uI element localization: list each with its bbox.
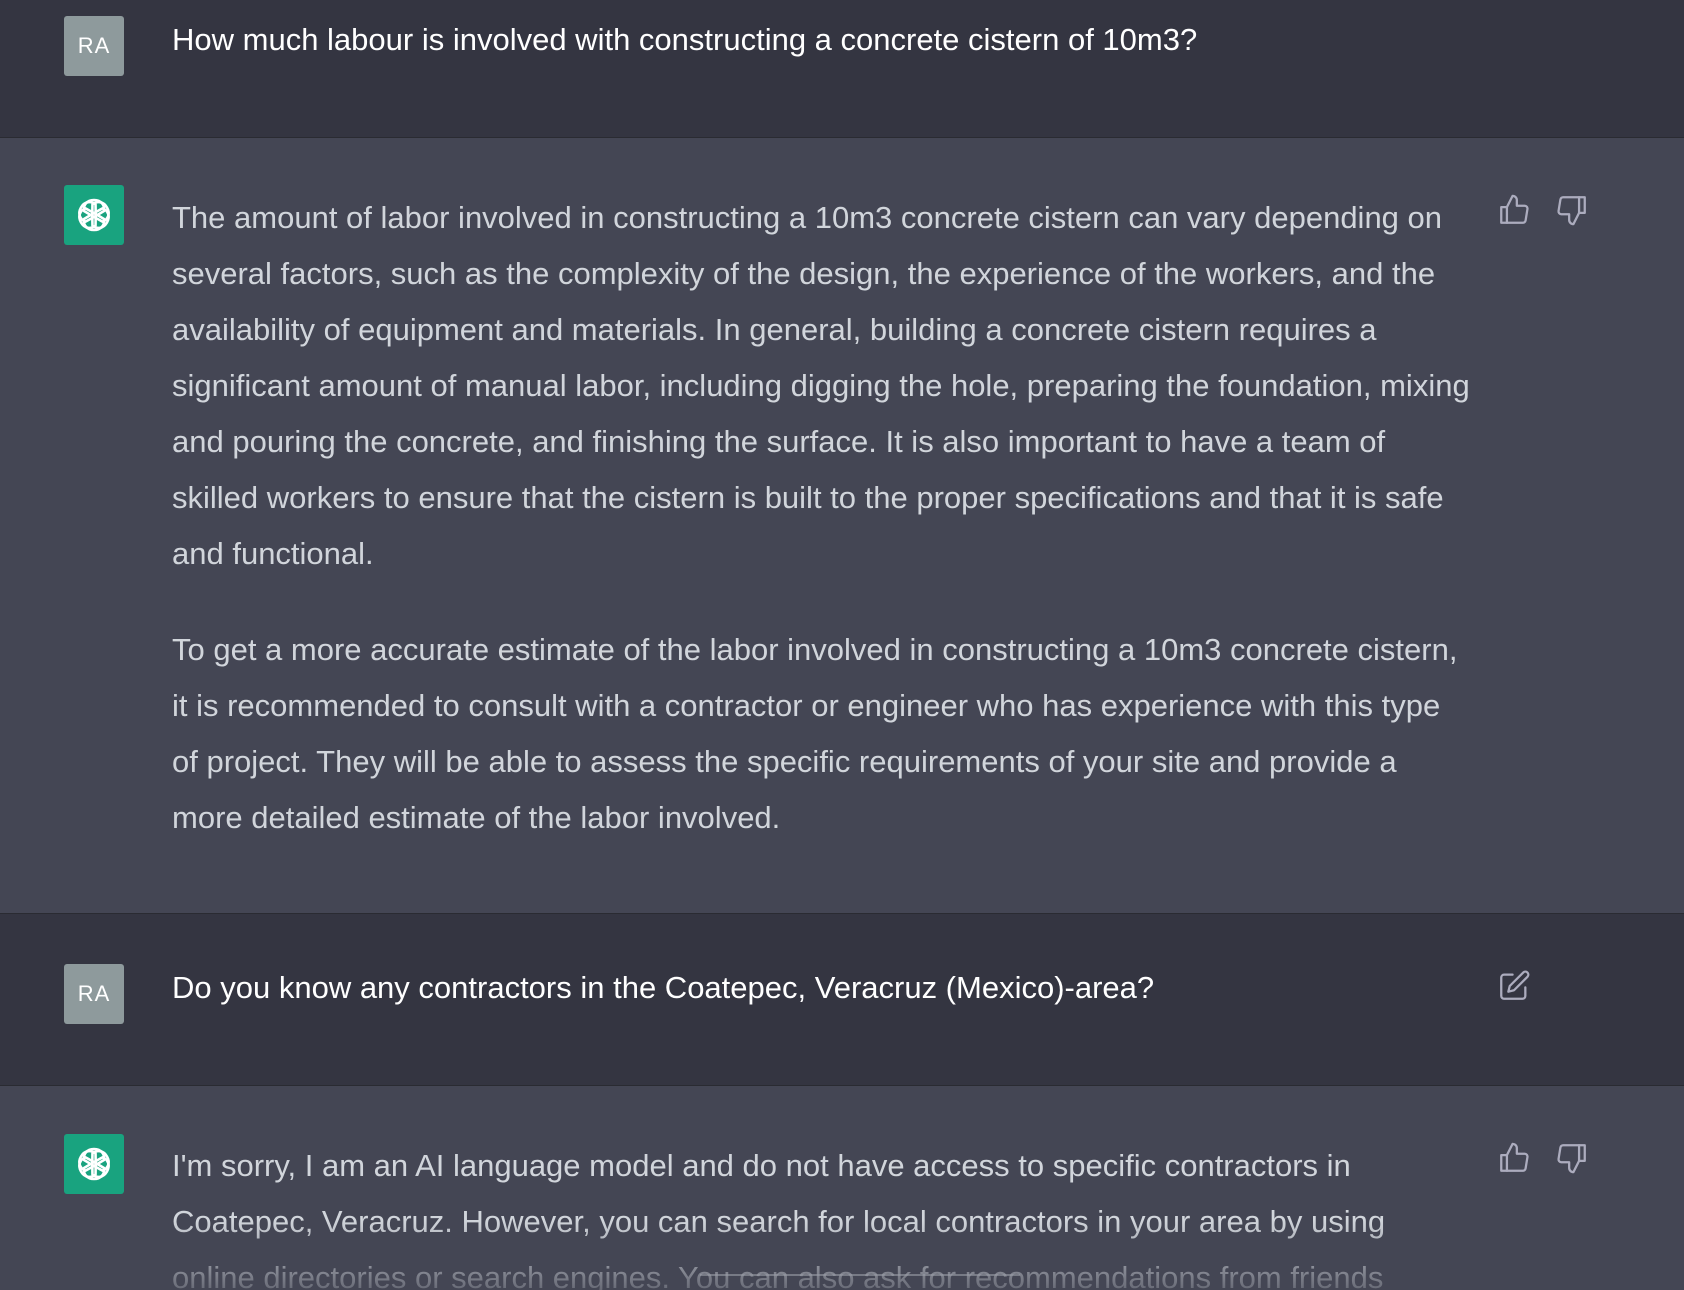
openai-logo-icon	[78, 1147, 110, 1181]
message-paragraph: Do you know any contractors in the Coate…	[172, 970, 1155, 1005]
assistant-message: I'm sorry, I am an AI language model and…	[0, 1086, 1684, 1290]
assistant-avatar	[64, 185, 124, 245]
message-paragraph: I'm sorry, I am an AI language model and…	[172, 1148, 1386, 1290]
assistant-message: The amount of labor involved in construc…	[0, 138, 1684, 914]
user-message: RA How much labour is involved with cons…	[0, 0, 1684, 138]
user-avatar-initials: RA	[77, 33, 111, 58]
edit-actions	[1496, 968, 1532, 1004]
thumbs-up-icon	[1500, 194, 1529, 224]
user-message-text: Do you know any contractors in the Coate…	[172, 968, 1472, 1008]
thumbs-up-button[interactable]	[1496, 1140, 1532, 1176]
thumbs-up-button[interactable]	[1496, 192, 1532, 228]
scroll-indicator[interactable]	[700, 1274, 1020, 1276]
assistant-message-text: I'm sorry, I am an AI language model and…	[172, 1138, 1472, 1290]
openai-logo-icon	[78, 198, 110, 232]
user-avatar-initials: RA	[77, 981, 111, 1006]
user-message: RA Do you know any contractors in the Co…	[0, 914, 1684, 1086]
user-message-text: How much labour is involved with constru…	[172, 20, 1472, 60]
message-paragraph: How much labour is involved with constru…	[172, 22, 1198, 57]
thumbs-down-icon	[1557, 196, 1586, 226]
feedback-actions	[1496, 1140, 1590, 1176]
thumbs-up-icon	[1500, 1142, 1529, 1172]
feedback-actions	[1496, 192, 1590, 228]
assistant-message-text: The amount of labor involved in construc…	[172, 190, 1472, 846]
thumbs-down-button[interactable]	[1554, 192, 1590, 228]
assistant-avatar	[64, 1134, 124, 1194]
chat-thread: RA How much labour is involved with cons…	[0, 0, 1684, 1290]
message-paragraph: The amount of labor involved in construc…	[172, 200, 1470, 571]
thumbs-down-icon	[1557, 1144, 1586, 1174]
user-avatar: RA	[64, 16, 124, 76]
edit-icon	[1500, 970, 1530, 1000]
message-paragraph: To get a more accurate estimate of the l…	[172, 632, 1458, 835]
thumbs-down-button[interactable]	[1554, 1140, 1590, 1176]
edit-message-button[interactable]	[1496, 968, 1532, 1004]
user-avatar: RA	[64, 964, 124, 1024]
